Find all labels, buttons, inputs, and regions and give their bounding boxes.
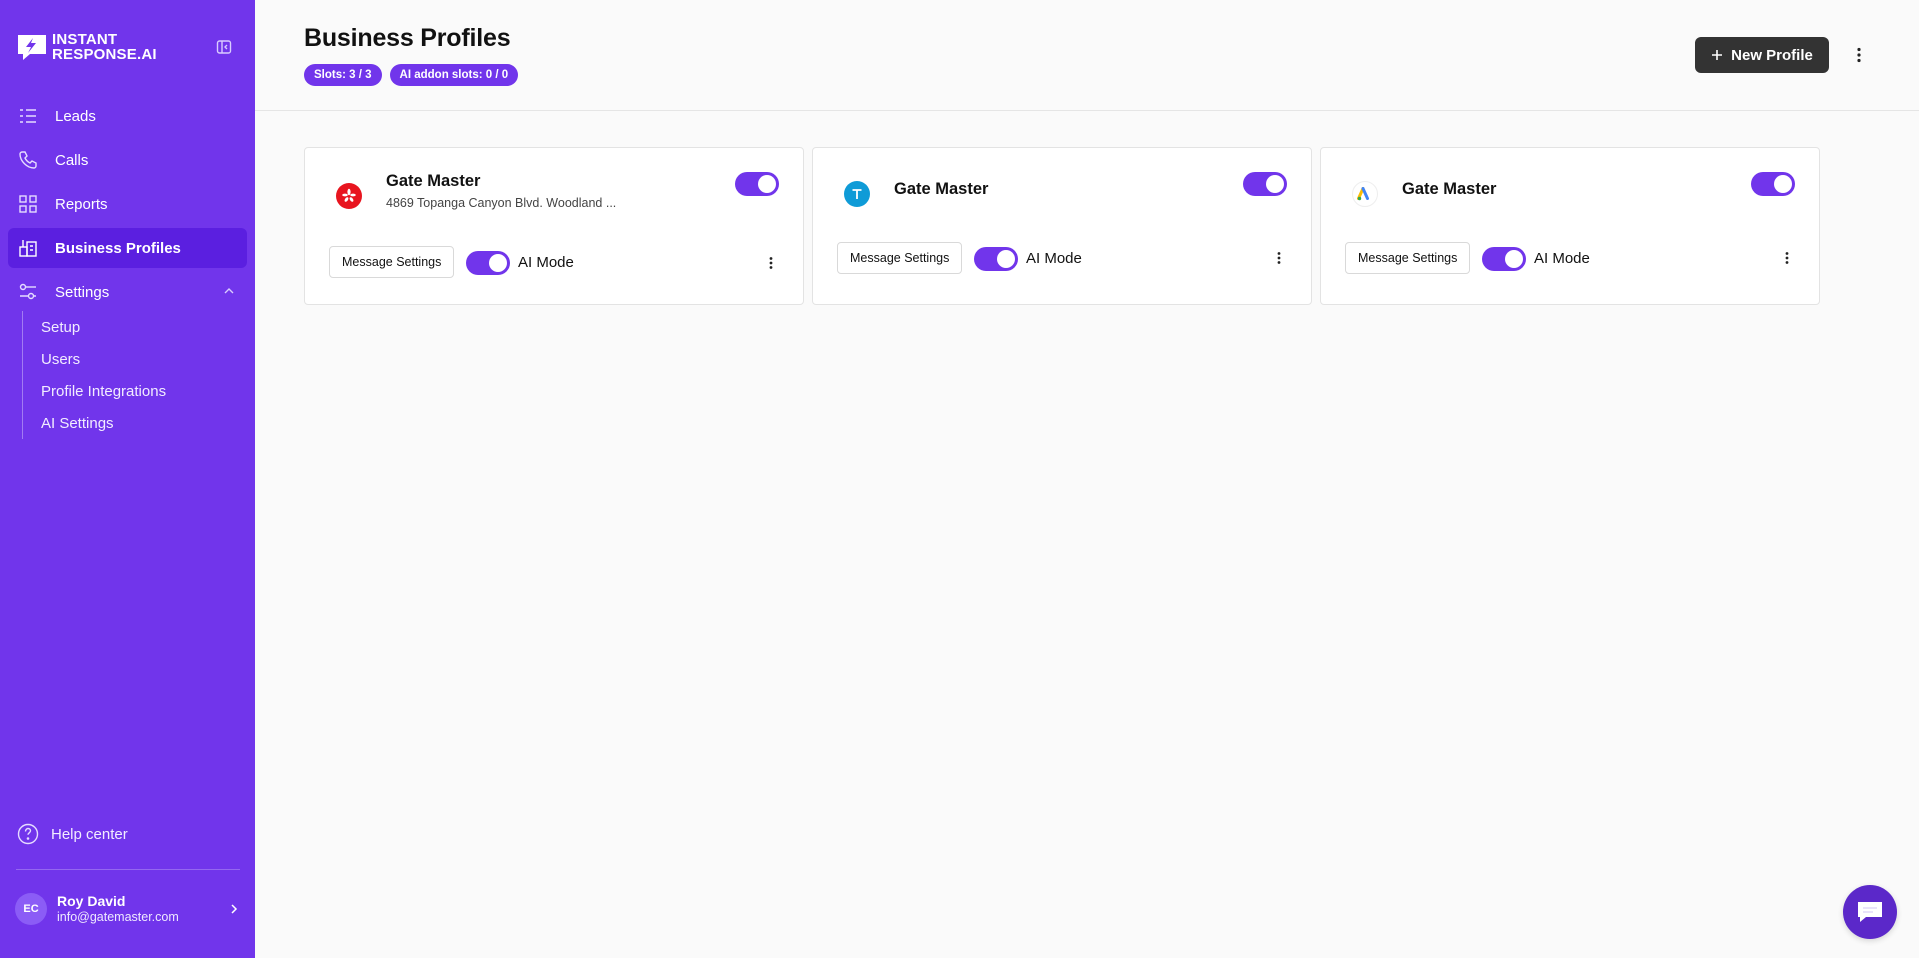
subnav-item-setup[interactable]: Setup — [41, 311, 166, 343]
brand-line-2: RESPONSE.AI — [52, 46, 157, 63]
toggle-knob — [758, 175, 776, 193]
card-more-options-icon[interactable] — [1271, 250, 1287, 266]
sidebar-item-label: Calls — [55, 151, 89, 169]
profile-name: Gate Master — [894, 180, 989, 198]
profile-enabled-toggle[interactable] — [1243, 172, 1287, 196]
sidebar-item-reports[interactable]: Reports — [8, 184, 247, 224]
ai-mode-label: AI Mode — [518, 254, 574, 271]
buildings-icon — [17, 237, 39, 259]
toggle-knob — [1774, 175, 1792, 193]
toggle-knob — [997, 250, 1015, 268]
user-name: Roy David — [57, 893, 126, 909]
avatar: EC — [15, 893, 47, 925]
brand-logo[interactable]: INSTANT RESPONSE.AI — [16, 32, 157, 62]
sidebar-item-label: Leads — [55, 107, 96, 125]
sidebar-divider — [16, 869, 240, 870]
brand-line-1: INSTANT — [52, 31, 118, 48]
message-settings-button[interactable]: Message Settings — [329, 246, 455, 278]
help-center-label: Help center — [51, 825, 128, 843]
help-circle-icon — [17, 823, 39, 845]
sidebar-item-label: Reports — [55, 195, 108, 213]
card-more-options-icon[interactable] — [763, 255, 779, 271]
user-menu[interactable]: EC Roy David info@gatemaster.com — [15, 893, 240, 925]
sidebar-item-settings[interactable]: Settings — [8, 272, 247, 312]
new-profile-button[interactable]: New Profile — [1695, 37, 1829, 73]
profile-address: 4869 Topanga Canyon Blvd. Woodland ... — [386, 196, 617, 210]
list-icon — [17, 105, 39, 127]
grid-icon — [17, 193, 39, 215]
plus-icon — [1712, 50, 1723, 60]
ai-addon-slots-badge: AI addon slots: 0 / 0 — [389, 64, 519, 86]
new-profile-label: New Profile — [1731, 46, 1813, 64]
ai-mode-toggle[interactable] — [466, 251, 510, 275]
sidebar-item-calls[interactable]: Calls — [8, 140, 247, 180]
sidebar: INSTANT RESPONSE.AI Leads Calls Reports — [0, 0, 255, 958]
collapse-sidebar-icon[interactable] — [216, 39, 232, 55]
profile-name: Gate Master — [386, 172, 481, 190]
ai-mode-toggle[interactable] — [1482, 247, 1526, 271]
toggle-knob — [1505, 250, 1523, 268]
chat-bubble-icon — [1858, 902, 1882, 922]
subnav-item-users[interactable]: Users — [41, 343, 166, 375]
subnav-item-ai-settings[interactable]: AI Settings — [41, 407, 166, 439]
sidebar-item-business-profiles[interactable]: Business Profiles — [8, 228, 247, 268]
message-settings-button[interactable]: Message Settings — [837, 242, 963, 274]
thumbtack-icon — [844, 181, 870, 207]
slots-badge: Slots: 3 / 3 — [304, 64, 382, 86]
help-center-link[interactable]: Help center — [17, 823, 128, 845]
sidebar-item-leads[interactable]: Leads — [8, 96, 247, 136]
user-email: info@gatemaster.com — [57, 910, 179, 924]
sidebar-item-label: Settings — [55, 283, 110, 301]
chevron-right-icon — [231, 904, 238, 914]
business-profile-card: Gate Master Message Settings AI Mode — [812, 147, 1312, 305]
profile-enabled-toggle[interactable] — [1751, 172, 1795, 196]
more-options-icon[interactable] — [1849, 45, 1869, 65]
toggle-knob — [489, 254, 507, 272]
business-profile-card: Gate Master Message Settings AI Mode — [1320, 147, 1820, 305]
yelp-icon — [336, 183, 362, 209]
ai-mode-label: AI Mode — [1534, 250, 1590, 267]
ai-mode-label: AI Mode — [1026, 250, 1082, 267]
chat-launcher-button[interactable] — [1843, 885, 1897, 939]
page-title: Business Profiles — [304, 24, 511, 52]
business-profile-card: Gate Master 4869 Topanga Canyon Blvd. Wo… — [304, 147, 804, 305]
toggle-knob — [1266, 175, 1284, 193]
lightning-chat-logo-icon — [18, 35, 46, 60]
sidebar-item-label: Business Profiles — [55, 239, 181, 257]
brand-name: INSTANT RESPONSE.AI — [52, 32, 157, 62]
settings-subnav: Setup Users Profile Integrations AI Sett… — [22, 311, 166, 439]
chevron-up-icon — [224, 288, 234, 294]
phone-icon — [17, 149, 39, 171]
slot-badges: Slots: 3 / 3 AI addon slots: 0 / 0 — [304, 64, 519, 86]
page-header: Business Profiles Slots: 3 / 3 AI addon … — [255, 0, 1919, 111]
card-more-options-icon[interactable] — [1779, 250, 1795, 266]
user-info: Roy David info@gatemaster.com — [57, 893, 179, 925]
main-nav: Leads Calls Reports Business Profiles Se… — [8, 96, 247, 316]
sliders-icon — [17, 281, 39, 303]
google-ads-icon — [1352, 181, 1378, 207]
subnav-item-profile-integrations[interactable]: Profile Integrations — [41, 375, 166, 407]
ai-mode-toggle[interactable] — [974, 247, 1018, 271]
profile-enabled-toggle[interactable] — [735, 172, 779, 196]
message-settings-button[interactable]: Message Settings — [1345, 242, 1471, 274]
profile-name: Gate Master — [1402, 180, 1497, 198]
